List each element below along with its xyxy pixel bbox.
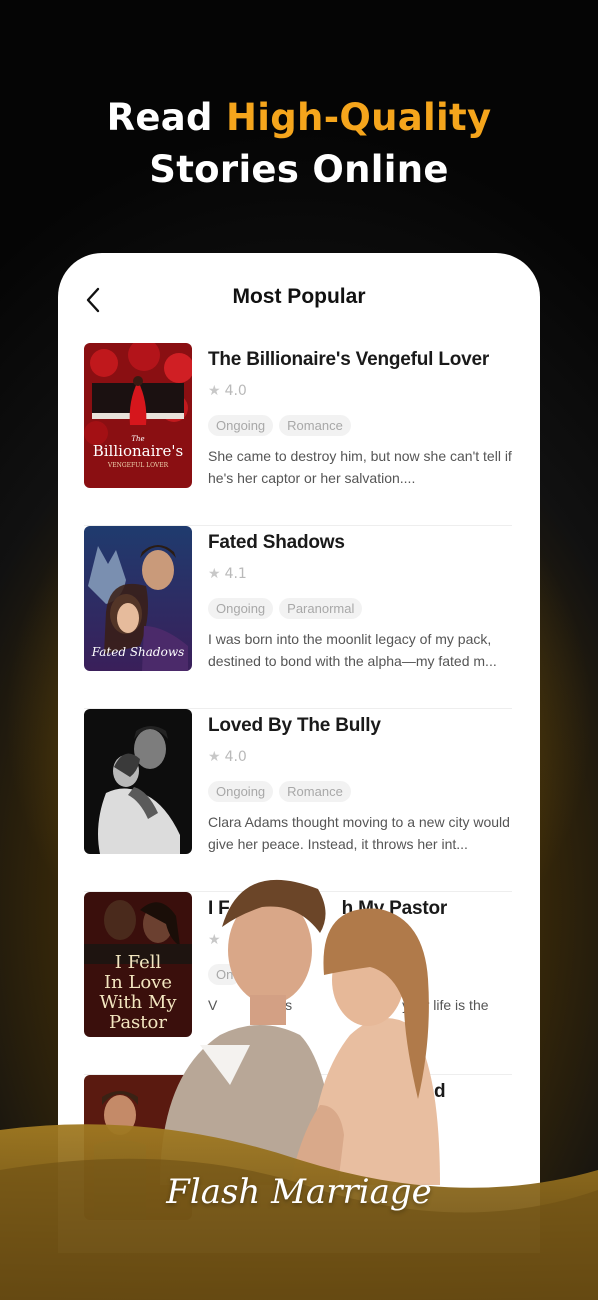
book-rating: ★ 4.0 <box>208 383 247 399</box>
book-description: She came to destroy him, but now she can… <box>208 448 512 486</box>
cover-title: Fated Shadows <box>91 645 185 659</box>
tag-genre: Romance <box>279 781 351 802</box>
book-title[interactable]: The Billionaire's Vengeful Lover <box>208 349 512 371</box>
headline-prefix: Read <box>106 96 227 139</box>
headline-line2: Stories Online <box>149 148 449 191</box>
banner-title: Flash Marriage <box>166 1172 432 1212</box>
headline-accent: High-Quality <box>226 96 492 139</box>
book-cover[interactable] <box>84 709 192 854</box>
book-cover[interactable]: Fated Shadows <box>84 526 192 671</box>
book-tags: Ongoing Romance <box>208 415 512 437</box>
book-rating: ★ 4.1 <box>208 566 247 582</box>
cover-subtitle: VENGEFUL LOVER <box>107 462 169 469</box>
book-info: Loved By The Bully ★ 4.0 Ongoing Romance C… <box>208 709 512 855</box>
tag-status: Ongoing <box>208 598 274 619</box>
book-description: Clara Adams thought moving to a new city… <box>208 814 510 852</box>
book-title[interactable]: Loved By The Bully <box>208 715 512 737</box>
star-icon: ★ <box>208 383 221 399</box>
book-rating: ★ 4.0 <box>208 749 247 765</box>
page-title: Most Popular <box>232 285 366 308</box>
book-tags: Ongoing Paranormal <box>208 598 512 620</box>
book-info: Fated Shadows ★ 4.1 Ongoing Paranormal I w… <box>208 526 512 672</box>
book-info: The Billionaire's Vengeful Lover ★ 4.0 On… <box>208 343 512 489</box>
book-tags: Ongoing Romance <box>208 781 512 803</box>
book-item[interactable]: The Billionaire's VENGEFUL LOVER The Bil… <box>84 343 512 526</box>
star-icon: ★ <box>208 749 221 765</box>
star-icon: ★ <box>208 566 221 582</box>
tag-genre: Paranormal <box>279 598 363 619</box>
book-description: I was born into the moonlit legacy of my… <box>208 631 497 669</box>
book-item[interactable]: Fated Shadows Fated Shadows ★ 4.1 Ongoing… <box>84 526 512 709</box>
book-title[interactable]: Fated Shadows <box>208 532 512 554</box>
promo-headline: Read High-Quality Stories Online <box>0 92 598 196</box>
tag-status: Ongoing <box>208 415 274 436</box>
cover-title: Billionaire's <box>93 442 184 460</box>
tag-status: Ongoing <box>208 781 274 802</box>
nav-bar: Most Popular <box>58 253 540 345</box>
book-cover[interactable]: The Billionaire's VENGEFUL LOVER <box>84 343 192 488</box>
tag-genre: Romance <box>279 415 351 436</box>
